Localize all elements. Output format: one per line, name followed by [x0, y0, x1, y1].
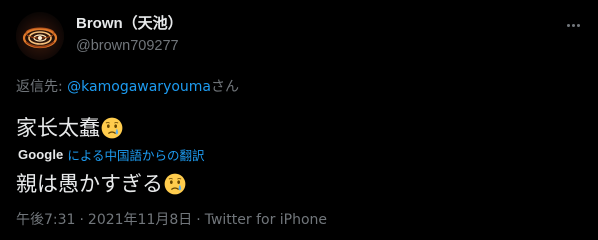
author-handle[interactable]: @brown709277: [76, 37, 179, 55]
reply-to-mention-link[interactable]: @kamogawaryouma: [67, 79, 211, 95]
reply-to-line: 返信先: @kamogawaryoumaさん: [16, 78, 239, 96]
tweet-source-link[interactable]: Twitter for iPhone: [205, 212, 327, 228]
translation-source-link[interactable]: による中国語からの翻訳: [67, 145, 204, 164]
tweet-timestamp-date[interactable]: 2021年11月8日: [88, 212, 192, 228]
crying-face-emoji-icon: [101, 117, 123, 139]
tweet-translated-body: 親は愚かすぎる: [16, 172, 163, 196]
translation-attribution: Google による中国語からの翻訳: [18, 145, 205, 163]
author-avatar[interactable]: [16, 12, 64, 60]
avatar-image: [16, 12, 64, 60]
google-logo: Google: [18, 146, 64, 162]
tweet-timestamp-time[interactable]: 午後7:31: [16, 212, 75, 228]
meta-separator: ·: [79, 212, 84, 228]
tweet-translated-text: 親は愚かすぎる: [16, 171, 186, 197]
reply-to-suffix: さん: [211, 79, 240, 95]
tweet-metadata: 午後7:31 · 2021年11月8日 · Twitter for iPhone: [16, 211, 327, 229]
meta-separator: ·: [196, 212, 201, 228]
author-display-name[interactable]: Brown（天池）: [76, 15, 183, 33]
reply-to-prefix: 返信先:: [16, 79, 68, 95]
tweet-original-text: 家长太蠢: [16, 115, 123, 141]
more-options-button[interactable]: [560, 12, 586, 38]
crying-face-emoji-icon: [164, 173, 186, 195]
tweet-original-body: 家长太蠢: [16, 116, 100, 140]
more-dots-icon: [566, 23, 580, 27]
